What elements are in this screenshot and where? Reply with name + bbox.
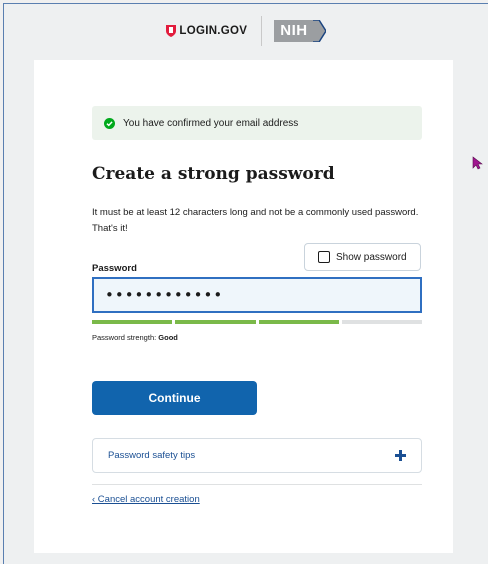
password-safety-tips-label: Password safety tips — [108, 450, 196, 461]
section-divider — [92, 484, 422, 485]
login-gov-logo: LOGIN.GOV — [166, 25, 247, 37]
show-password-label: Show password — [336, 251, 407, 263]
strength-bar-3 — [258, 320, 339, 324]
shield-icon — [166, 25, 177, 37]
success-alert: You have confirmed your email address — [92, 106, 422, 140]
show-password-checkbox[interactable] — [318, 251, 330, 263]
plus-icon[interactable] — [395, 450, 406, 461]
strength-bar-1 — [92, 320, 173, 324]
nih-logo: NIH — [274, 20, 326, 42]
cancel-account-creation-link[interactable]: ‹ Cancel account creation — [92, 494, 200, 505]
strength-label: Password strength: — [92, 333, 157, 342]
login-gov-text: LOGIN.GOV — [179, 25, 248, 37]
nih-logo-text: NIH — [274, 20, 312, 42]
password-field[interactable]: •••••••••••• — [92, 277, 422, 313]
content-card: You have confirmed your email address Cr… — [34, 60, 453, 553]
password-safety-tips-accordion[interactable]: Password safety tips — [92, 438, 422, 473]
password-strength-text: Password strength: Good — [92, 333, 178, 342]
mouse-pointer-icon — [472, 156, 483, 170]
page-title: Create a strong password — [92, 164, 335, 184]
check-circle-icon — [104, 117, 115, 129]
strength-bar-4 — [341, 320, 422, 324]
browser-viewport: LOGIN.GOV NIH You have confirmed your em… — [3, 3, 488, 564]
strength-value: Good — [158, 333, 178, 342]
password-strength-meter — [92, 320, 422, 324]
nih-arrow-icon — [311, 20, 326, 42]
alert-message: You have confirmed your email address — [123, 117, 299, 129]
site-header: LOGIN.GOV NIH — [4, 4, 488, 58]
show-password-toggle[interactable]: Show password — [304, 243, 421, 271]
logo-divider — [261, 16, 263, 46]
continue-button[interactable]: Continue — [92, 381, 257, 415]
password-label: Password — [92, 263, 137, 274]
strength-bar-2 — [175, 320, 256, 324]
password-requirements-text: It must be at least 12 characters long a… — [92, 207, 419, 234]
